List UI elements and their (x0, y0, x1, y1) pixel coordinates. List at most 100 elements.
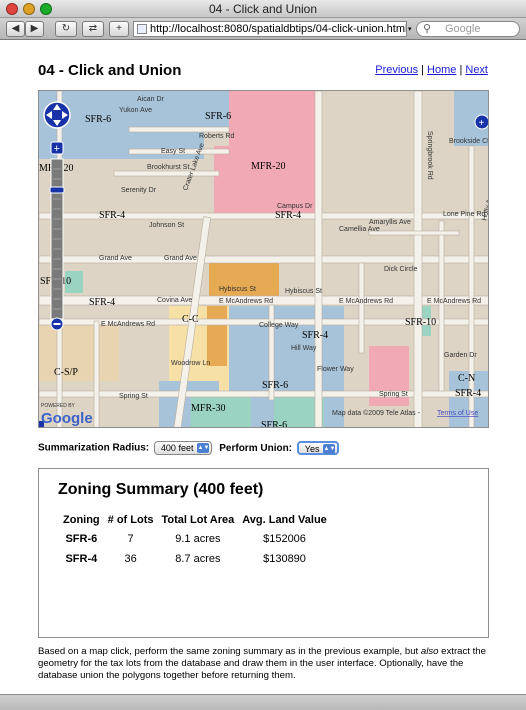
forward-arrow-icon: ▶ (30, 23, 39, 34)
window-title: 04 - Click and Union (208, 2, 318, 16)
zone-label: SFR-4 (99, 210, 125, 221)
address-bar[interactable]: http://localhost:8080/spatialdbtips/04-c… (133, 21, 407, 37)
map-view[interactable]: SFR-6 SFR-6 MFR-20 SFR-4 SFR-4 MFR-20 SF… (38, 90, 489, 428)
zoom-slider-handle[interactable] (49, 186, 65, 194)
zone-area (174, 91, 229, 129)
street-label: Flower Way (317, 366, 354, 373)
browser-window: 04 - Click and Union ◀ ▶ ↻ ⇄ + http://lo… (0, 0, 526, 710)
snapback-button[interactable]: ⇄ (82, 21, 104, 37)
status-bar (0, 694, 526, 710)
search-icon: ⚲ (423, 23, 432, 35)
street-label: E McAndrews Rd (101, 321, 155, 328)
column-header: Avg. Land Value (242, 514, 327, 526)
summary-table: Zoning # of Lots Total Lot Area Avg. Lan… (59, 513, 331, 569)
back-button[interactable]: ◀ (6, 21, 25, 37)
street-label: E McAndrews Rd (427, 298, 481, 305)
column-header: Total Lot Area (161, 514, 235, 526)
overview-plus-icon: + (479, 118, 485, 129)
radius-select[interactable]: 400 feet ▲▼ (153, 441, 213, 455)
nav-separator: | (459, 64, 463, 76)
street-label: Spring St (379, 391, 408, 398)
select-arrows-icon: ▲▼ (197, 443, 210, 453)
next-link[interactable]: Next (465, 64, 488, 76)
zone-label: MFR-30 (191, 403, 225, 414)
page-favicon-icon (137, 24, 147, 34)
street-label: Campus Dr (277, 203, 313, 210)
reload-icon: ↻ (61, 23, 71, 34)
street-label: Amaryllis Ave (369, 219, 411, 226)
zoning-cell: SFR-6 (65, 533, 98, 545)
map-canvas[interactable]: SFR-6 SFR-6 MFR-20 SFR-4 SFR-4 MFR-20 SF… (39, 91, 489, 428)
street-label: Woodrow Ln (171, 360, 210, 367)
value-cell: $130890 (263, 553, 306, 565)
zone-label: SFR-10 (405, 317, 436, 328)
street-label: Grand Ave (164, 255, 197, 262)
select-arrows-icon: ▲▼ (323, 444, 336, 454)
street-label: Hybiscus St (285, 288, 322, 295)
street-label: Springbrook Rd (426, 131, 433, 180)
zone-label: MFR-20 (251, 161, 285, 172)
street-label: Hill Way (291, 345, 317, 352)
zone-label: C-C (182, 314, 199, 325)
street-label: Brookside Ct (449, 138, 489, 145)
add-bookmark-button[interactable]: + (109, 21, 129, 37)
summary-title: Zoning Summary (400 feet) (58, 481, 264, 498)
snapback-icon: ⇄ (88, 23, 98, 34)
forward-button[interactable]: ▶ (25, 21, 44, 37)
zoom-in-icon: + (54, 143, 60, 155)
nav-separator: | (421, 64, 424, 76)
zone-area (39, 321, 119, 381)
address-text: http://localhost:8080/spatialdbtips/04-c… (150, 23, 407, 35)
street-label: Yukon Ave (119, 107, 152, 114)
street-label: Serenity Dr (121, 187, 157, 194)
column-header: # of Lots (107, 514, 154, 526)
page-title: 04 - Click and Union (38, 62, 182, 79)
street-label: Easy St (161, 148, 185, 155)
street-label: Hybiscus St (219, 286, 256, 293)
page-nav: Previous | Home | Next (375, 64, 488, 76)
union-select[interactable]: Yes ▲▼ (296, 441, 340, 455)
street-label: Roberts Rd (199, 133, 235, 140)
street-label: Brookhurst St (147, 164, 189, 171)
zone-label: SFR-4 (275, 210, 301, 221)
zone-label: SFR-6 (262, 380, 288, 391)
description-emphasis: also (420, 646, 439, 657)
zone-label: SFR-6 (261, 420, 287, 428)
street-label: Covina Ave (157, 297, 192, 304)
zoning-cell: SFR-4 (65, 553, 98, 565)
address-dropdown-icon[interactable]: ▾ (408, 25, 412, 33)
street-label: Garden Dr (444, 352, 477, 359)
street-label: College Way (259, 322, 299, 329)
table-row: SFR-6 7 9.1 acres $152006 (59, 529, 331, 549)
street-label: E McAndrews Rd (219, 298, 273, 305)
zone-area (207, 306, 227, 366)
radius-label: Summarization Radius: (38, 442, 150, 454)
zone-label: C-N (458, 373, 475, 384)
home-link[interactable]: Home (427, 64, 456, 76)
back-arrow-icon: ◀ (11, 23, 20, 34)
powered-by-text: POWERED BY (41, 403, 76, 409)
zone-label: SFR-6 (85, 114, 111, 125)
lots-cell: 36 (124, 553, 137, 565)
google-logo[interactable]: Google (41, 410, 93, 427)
street-label: Aican Dr (137, 96, 165, 103)
map-copyright: Map data ©2009 Tele Atlas - (332, 409, 421, 417)
page-description: Based on a map click, perform the same z… (38, 646, 490, 682)
terms-of-use-link[interactable]: Terms of Use (437, 410, 478, 417)
street-label: E McAndrews Rd (339, 298, 393, 305)
previous-link[interactable]: Previous (375, 64, 418, 76)
title-bar: 04 - Click and Union (0, 0, 526, 18)
union-label: Perform Union: (219, 442, 293, 454)
summary-controls: Summarization Radius: 400 feet ▲▼ Perfor… (38, 441, 340, 455)
table-row: SFR-4 36 8.7 acres $130890 (59, 549, 331, 569)
street-label: Camellia Ave (339, 226, 380, 233)
column-header: Zoning (63, 514, 100, 526)
street-label: Dick Circle (384, 266, 418, 273)
street-label: Johnson St (149, 222, 184, 229)
reload-button[interactable]: ↻ (55, 21, 77, 37)
search-field[interactable]: ⚲ Google (416, 21, 520, 37)
union-select-value: Yes (304, 444, 320, 454)
street-label: Grand Ave (99, 255, 132, 262)
zone-area (209, 261, 279, 301)
zoning-summary-panel: Zoning Summary (400 feet) Zoning # of Lo… (38, 468, 489, 638)
